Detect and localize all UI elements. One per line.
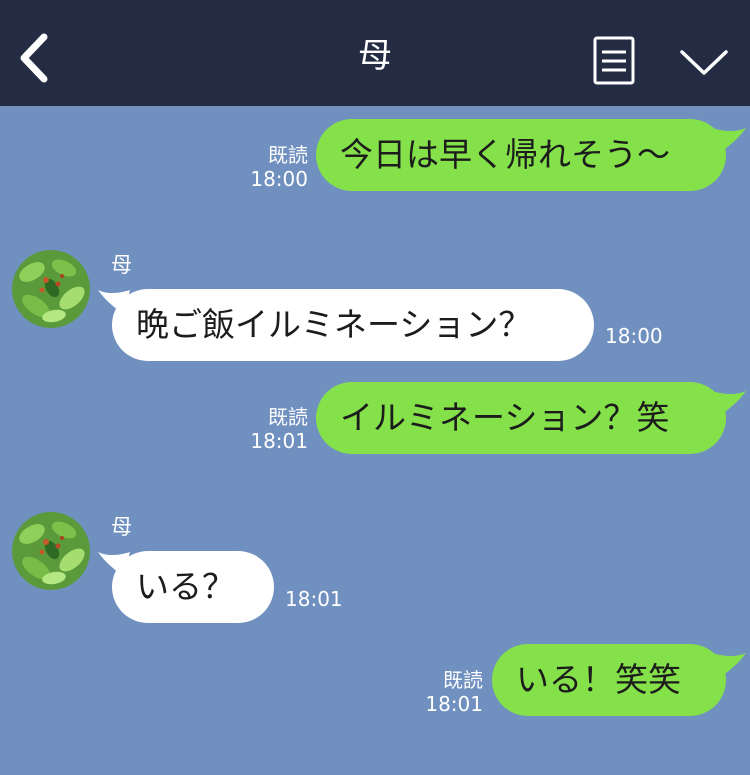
- message-text: 今日は早く帰れそう〜: [340, 135, 670, 174]
- read-label: 既読: [268, 405, 308, 429]
- menu-button[interactable]: [590, 36, 638, 86]
- incoming-message-bubble[interactable]: いる？: [112, 551, 274, 623]
- outgoing-message-bubble[interactable]: 今日は早く帰れそう〜: [316, 119, 726, 191]
- sender-name: 母: [111, 515, 132, 539]
- sender-name: 母: [111, 253, 132, 277]
- read-receipt: 既読 18:01: [250, 405, 308, 453]
- chevron-down-icon: [680, 50, 728, 75]
- read-label: 既読: [268, 143, 308, 167]
- chevron-left-icon: [20, 33, 48, 83]
- read-receipt: 既読 18:00: [250, 143, 308, 191]
- avatar[interactable]: [12, 512, 90, 590]
- chat-header: 母: [0, 0, 750, 106]
- avatar[interactable]: [12, 250, 90, 328]
- message-text: いる！笑笑: [516, 660, 681, 699]
- read-label: 既読: [443, 668, 483, 692]
- message-time: 18:01: [250, 429, 308, 453]
- message-time: 18:01: [285, 587, 343, 611]
- note-list-icon: [593, 36, 635, 85]
- read-receipt: 既読 18:01: [425, 668, 483, 716]
- outgoing-message-bubble[interactable]: いる！笑笑: [492, 644, 726, 716]
- message-time: 18:01: [425, 692, 483, 716]
- back-button[interactable]: [12, 30, 56, 86]
- incoming-message-bubble[interactable]: 晩ご飯イルミネーション？: [112, 289, 594, 361]
- outgoing-message-bubble[interactable]: イルミネーション？笑: [316, 382, 726, 454]
- avatar-plant-image: [12, 512, 90, 590]
- collapse-button[interactable]: [676, 40, 732, 84]
- message-time: 18:00: [605, 324, 663, 348]
- message-text: いる？: [136, 567, 235, 606]
- avatar-plant-image: [12, 250, 90, 328]
- message-text: イルミネーション？笑: [340, 398, 670, 437]
- message-text: 晩ご飯イルミネーション？: [136, 305, 532, 344]
- message-time: 18:00: [250, 167, 308, 191]
